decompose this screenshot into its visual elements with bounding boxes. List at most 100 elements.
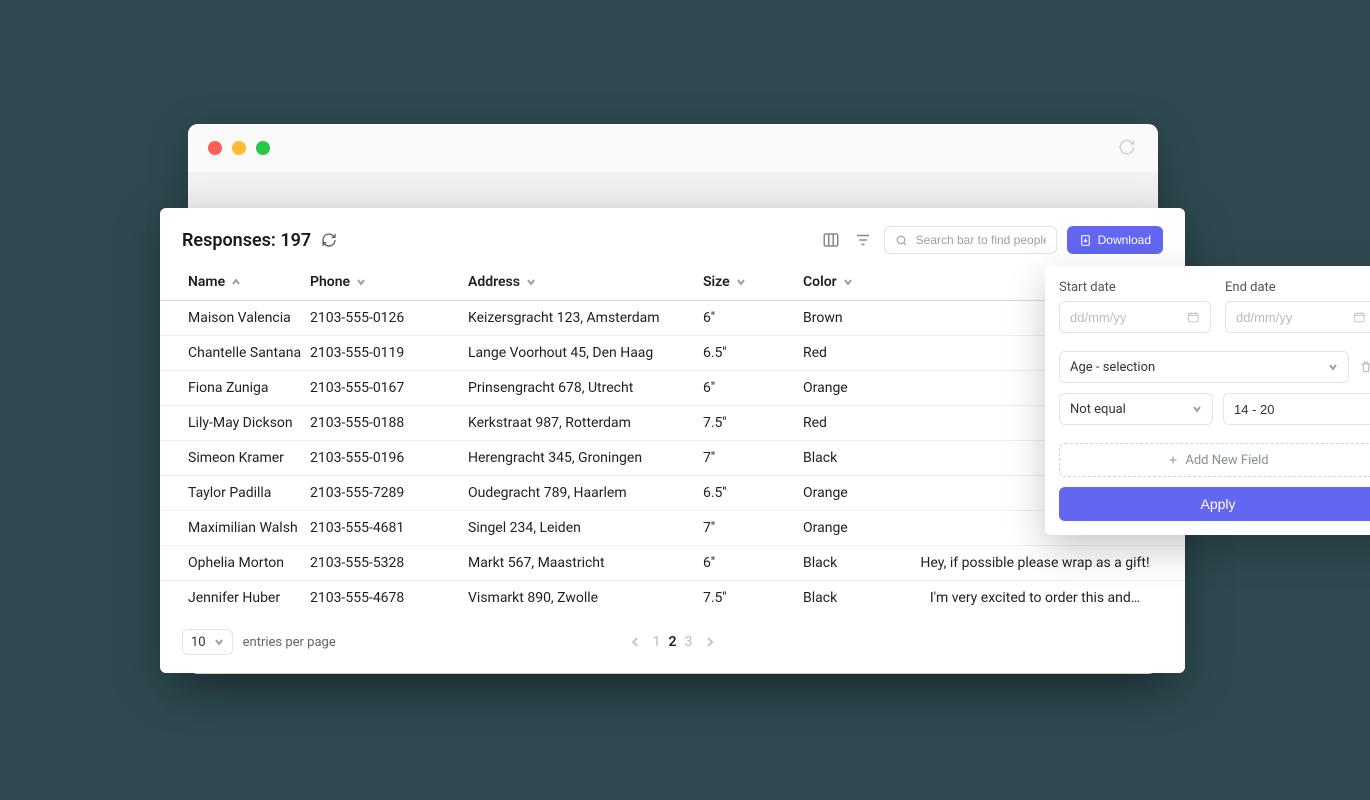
- col-header-name[interactable]: Name: [188, 274, 241, 290]
- cell-address: Herengracht 345, Groningen: [468, 441, 703, 476]
- window-fullscreen-dot[interactable]: [256, 141, 270, 155]
- page-size-select[interactable]: 10: [182, 629, 233, 655]
- cell-color: Black: [803, 441, 913, 476]
- download-label: Download: [1098, 233, 1151, 247]
- columns-icon[interactable]: [820, 229, 842, 251]
- search-box[interactable]: [884, 226, 1057, 254]
- start-date-field[interactable]: [1070, 310, 1187, 325]
- filter-field-value: Age - selection: [1070, 360, 1155, 375]
- cell-size: 6'': [703, 546, 803, 581]
- cell-phone: 2103-555-0126: [310, 301, 468, 336]
- cell-phone: 2103-555-4678: [310, 581, 468, 616]
- download-button[interactable]: Download: [1067, 226, 1163, 254]
- cell-color: Black: [803, 546, 913, 581]
- cell-color: Brown: [803, 301, 913, 336]
- cell-phone: 2103-555-0119: [310, 336, 468, 371]
- sort-asc-icon: [231, 277, 241, 287]
- cell-phone: 2103-555-0167: [310, 371, 468, 406]
- download-icon: [1079, 234, 1092, 247]
- col-header-color[interactable]: Color: [803, 274, 853, 290]
- chevron-down-icon: [214, 637, 224, 647]
- filter-popover: Start date End date Age - selection Not …: [1045, 266, 1370, 535]
- cell-phone: 2103-555-0188: [310, 406, 468, 441]
- window-close-dot[interactable]: [208, 141, 222, 155]
- pager-page-3[interactable]: 3: [685, 634, 693, 650]
- panel-footer: 10 entries per page 123: [160, 615, 1185, 655]
- chevron-right-icon: [706, 636, 714, 648]
- filter-field-select[interactable]: Age - selection: [1059, 351, 1349, 383]
- apply-label: Apply: [1200, 496, 1235, 512]
- cell-address: Oudegracht 789, Haarlem: [468, 476, 703, 511]
- search-input[interactable]: [916, 233, 1046, 247]
- filter-icon[interactable]: [852, 229, 874, 251]
- cell-name: Lily-May Dickson: [160, 406, 310, 441]
- header-actions: Download: [820, 226, 1163, 254]
- cell-color: Orange: [803, 371, 913, 406]
- cell-size: 6.5'': [703, 336, 803, 371]
- chevron-left-icon: [631, 636, 639, 648]
- cell-phone: 2103-555-5328: [310, 546, 468, 581]
- table-row[interactable]: Ophelia Morton2103-555-5328Markt 567, Ma…: [160, 546, 1185, 581]
- delete-filter-button[interactable]: [1359, 360, 1370, 374]
- table-row[interactable]: Fiona Zuniga2103-555-0167Prinsengracht 6…: [160, 371, 1185, 406]
- start-date-label: Start date: [1059, 280, 1211, 295]
- browser-refresh-icon[interactable]: [1118, 138, 1136, 156]
- table-row[interactable]: Maison Valencia2103-555-0126Keizersgrach…: [160, 301, 1185, 336]
- plus-icon: [1167, 454, 1179, 466]
- filter-value-input[interactable]: [1223, 393, 1370, 425]
- filter-operator-select[interactable]: Not equal: [1059, 393, 1213, 425]
- cell-name: Maison Valencia: [160, 301, 310, 336]
- end-date-field[interactable]: [1236, 310, 1353, 325]
- start-date-input[interactable]: [1059, 301, 1211, 333]
- cell-name: Fiona Zuniga: [160, 371, 310, 406]
- sort-icon: [526, 277, 536, 287]
- cell-notes: I'm very excited to order this and…: [913, 581, 1185, 616]
- chevron-down-icon: [1328, 362, 1338, 372]
- cell-color: Orange: [803, 476, 913, 511]
- table-row[interactable]: Jennifer Huber2103-555-4678Vismarkt 890,…: [160, 581, 1185, 616]
- page-size-value: 10: [191, 635, 206, 650]
- sort-icon: [736, 277, 746, 287]
- cell-size: 7.5'': [703, 406, 803, 441]
- refresh-icon[interactable]: [321, 232, 337, 248]
- table-row[interactable]: Maximilian Walsh2103-555-4681Singel 234,…: [160, 511, 1185, 546]
- cell-notes: Hey, if possible please wrap as a gift!: [913, 546, 1185, 581]
- cell-color: Black: [803, 581, 913, 616]
- table-row[interactable]: Simeon Kramer2103-555-0196Herengracht 34…: [160, 441, 1185, 476]
- chevron-down-icon: [1192, 404, 1202, 414]
- pager-page-1[interactable]: 1: [653, 634, 661, 650]
- col-header-address[interactable]: Address: [468, 274, 536, 290]
- apply-button[interactable]: Apply: [1059, 487, 1370, 521]
- cell-phone: 2103-555-0196: [310, 441, 468, 476]
- page-size-label: entries per page: [243, 635, 336, 650]
- cell-address: Prinsengracht 678, Utrecht: [468, 371, 703, 406]
- search-icon: [895, 234, 908, 247]
- cell-name: Simeon Kramer: [160, 441, 310, 476]
- col-header-phone[interactable]: Phone: [310, 274, 366, 290]
- sort-icon: [356, 277, 366, 287]
- end-date-input[interactable]: [1225, 301, 1370, 333]
- add-field-button[interactable]: Add New Field: [1059, 443, 1370, 477]
- table-row[interactable]: Lily-May Dickson2103-555-0188Kerkstraat …: [160, 406, 1185, 441]
- cell-address: Keizersgracht 123, Amsterdam: [468, 301, 703, 336]
- trash-icon: [1359, 360, 1370, 374]
- panel-title: Responses: 197: [182, 230, 337, 251]
- cell-address: Kerkstraat 987, Rotterdam: [468, 406, 703, 441]
- cell-address: Markt 567, Maastricht: [468, 546, 703, 581]
- pager-next[interactable]: [706, 636, 714, 648]
- pager-prev[interactable]: [631, 636, 639, 648]
- cell-address: Singel 234, Leiden: [468, 511, 703, 546]
- pager-page-2[interactable]: 2: [669, 634, 677, 650]
- cell-name: Jennifer Huber: [160, 581, 310, 616]
- col-header-size[interactable]: Size: [703, 274, 746, 290]
- cell-size: 6'': [703, 371, 803, 406]
- responses-table: Name Phone Address Size Color Maison Val…: [160, 264, 1185, 615]
- cell-phone: 2103-555-4681: [310, 511, 468, 546]
- cell-name: Chantelle Santana: [160, 336, 310, 371]
- window-minimize-dot[interactable]: [232, 141, 246, 155]
- calendar-icon: [1353, 310, 1366, 324]
- table-row[interactable]: Chantelle Santana2103-555-0119Lange Voor…: [160, 336, 1185, 371]
- table-row[interactable]: Taylor Padilla2103-555-7289Oudegracht 78…: [160, 476, 1185, 511]
- filter-value-field[interactable]: [1234, 402, 1366, 417]
- mac-titlebar: [188, 124, 1158, 172]
